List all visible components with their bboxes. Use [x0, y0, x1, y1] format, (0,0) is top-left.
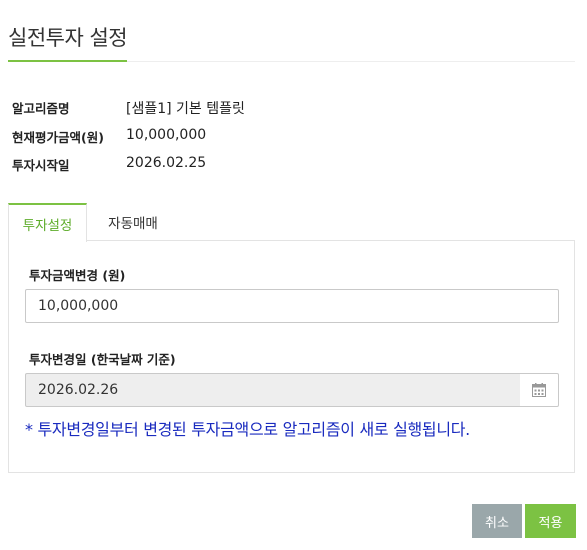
- info-value: 10,000,000: [126, 127, 207, 143]
- tab-auto-trading[interactable]: 자동매매: [92, 203, 174, 241]
- amount-label: 투자금액변경 (원): [29, 268, 126, 283]
- calendar-button[interactable]: [520, 373, 559, 407]
- info-value: [샘플1] 기본 템플릿: [126, 101, 245, 117]
- calendar-icon: [532, 383, 546, 397]
- investment-settings-panel: 투자금액변경 (원) 10,000,000 투자변경일 (한국날짜 기준) 20…: [8, 240, 575, 473]
- date-input[interactable]: 2026.02.26: [25, 373, 521, 407]
- cancel-button[interactable]: 취소: [472, 504, 522, 538]
- info-label: 투자시작일: [12, 158, 70, 173]
- apply-button[interactable]: 적용: [525, 504, 576, 538]
- info-value: 2026.02.25: [126, 155, 207, 171]
- info-label: 알고리즘명: [12, 101, 70, 116]
- tab-investment-settings[interactable]: 투자설정: [8, 203, 87, 242]
- settings-tabs: 투자설정 자동매매: [8, 203, 575, 242]
- notice-text: * 투자변경일부터 변경된 투자금액으로 알고리즘이 새로 실행됩니다.: [25, 420, 470, 439]
- page-title: 실전투자 설정: [8, 26, 128, 50]
- title-underline: [8, 60, 127, 62]
- amount-input[interactable]: 10,000,000: [25, 289, 559, 323]
- date-label: 투자변경일 (한국날짜 기준): [29, 352, 176, 367]
- page-header: 실전투자 설정: [8, 0, 575, 62]
- info-label: 현재평가금액(원): [12, 130, 104, 145]
